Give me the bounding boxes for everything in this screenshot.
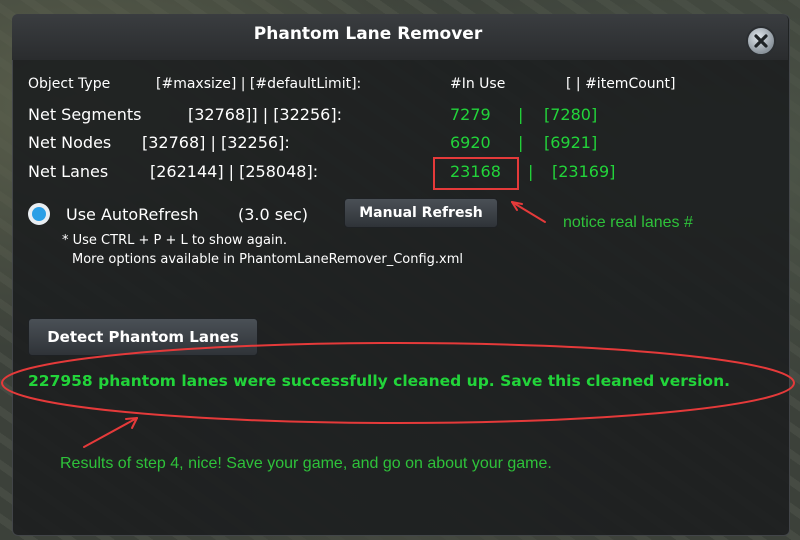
arrow-to-lanes xyxy=(511,201,546,223)
arrow-to-result xyxy=(83,417,138,448)
result-ellipse xyxy=(1,342,795,424)
annotation-overlay xyxy=(1,201,795,448)
